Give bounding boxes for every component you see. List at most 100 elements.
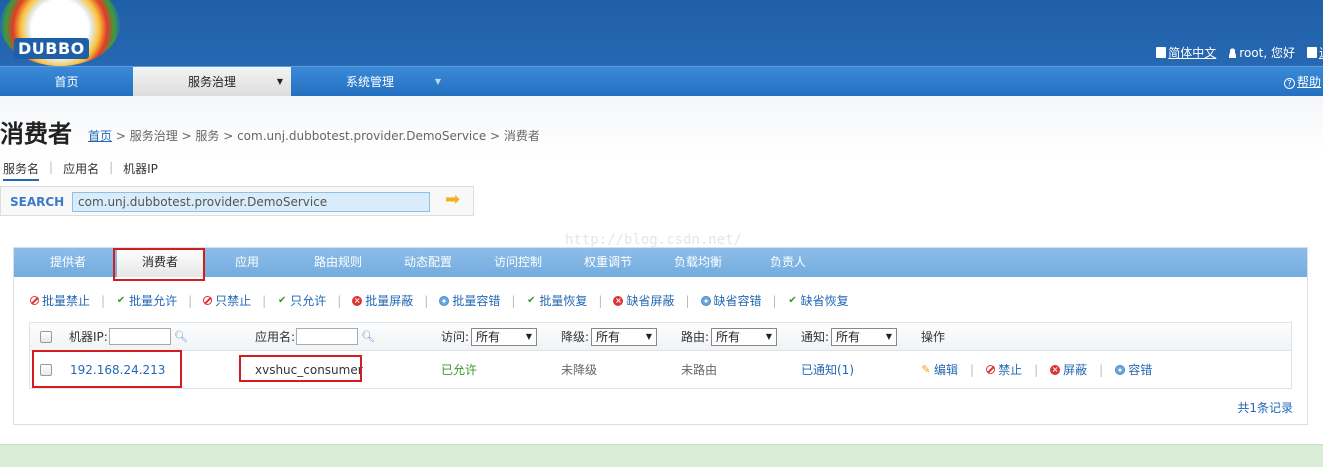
- default-mask-button[interactable]: × 缺省屏蔽: [613, 292, 674, 309]
- help-link[interactable]: ? 帮助: [1283, 67, 1321, 97]
- chevron-down-icon: ▼: [434, 77, 441, 86]
- user-icon: [1228, 47, 1238, 58]
- arrow-right-icon[interactable]: ➡: [445, 191, 465, 209]
- select-value: 所有: [596, 330, 621, 344]
- header-notify-label: 通知:: [801, 330, 830, 344]
- mask-button[interactable]: × 屏蔽: [1050, 361, 1087, 378]
- degrade-filter-select[interactable]: 所有 ▼: [591, 327, 658, 346]
- select-value: 所有: [476, 330, 501, 344]
- search-icon[interactable]: 🔍︎: [174, 330, 188, 343]
- header-access: 访问: 所有 ▼: [441, 323, 538, 350]
- default-tolerate-button[interactable]: 缺省容错: [700, 292, 762, 309]
- search-label: SEARCH: [10, 195, 65, 209]
- row-degrade-status: 未降级: [561, 363, 598, 377]
- default-recover-button[interactable]: ✔ 缺省恢复: [788, 292, 848, 309]
- tab-weight[interactable]: 权重调节: [568, 248, 648, 277]
- only-forbid-button[interactable]: 只禁止: [203, 292, 251, 309]
- divider: |: [511, 293, 516, 308]
- batch-forbid-button[interactable]: 批量禁止: [30, 292, 90, 309]
- access-filter-select[interactable]: 所有 ▼: [471, 327, 538, 346]
- row-notify: 已通知(1): [801, 351, 854, 388]
- row-notify-link[interactable]: 已通知(1): [801, 361, 854, 378]
- breadcrumb-home[interactable]: 首页: [88, 129, 112, 143]
- logout-link[interactable]: 退出: [1306, 44, 1323, 61]
- action-label: 只允许: [290, 294, 327, 308]
- search-icon[interactable]: 🔍︎: [361, 330, 375, 343]
- help-label[interactable]: 帮助: [1297, 75, 1321, 89]
- divider: |: [49, 160, 54, 174]
- nav-item-system-management[interactable]: 系统管理 ▼: [291, 67, 449, 97]
- only-allow-button[interactable]: ✔ 只允许: [277, 292, 326, 309]
- highlight-box-app: [239, 355, 362, 382]
- row-ops: ✎ 编辑 | 禁止 | × 屏蔽 | 容错: [921, 351, 1152, 388]
- main-nav: 首页 服务治理 ▼ 系统管理 ▼ ? 帮助: [0, 66, 1323, 97]
- info-circle-icon: [439, 295, 450, 306]
- tab-routes[interactable]: 路由规则: [298, 248, 378, 277]
- action-label: 批量恢复: [539, 294, 588, 308]
- tab-dynamic-config[interactable]: 动态配置: [388, 248, 468, 277]
- batch-actions: 批量禁止 | ✔ 批量允许 | 只禁止 | ✔ 只允许 | × 批量屏蔽 | 批量容错…: [30, 292, 849, 309]
- batch-mask-button[interactable]: × 批量屏蔽: [352, 292, 413, 309]
- op-label: 容错: [1128, 363, 1153, 377]
- select-all-checkbox[interactable]: [40, 330, 52, 343]
- divider: |: [772, 293, 777, 308]
- highlight-box-tab: [113, 248, 205, 281]
- ip-filter-input[interactable]: [108, 328, 171, 345]
- search-tab-service[interactable]: 服务名: [3, 160, 40, 181]
- header-checkbox-cell: [40, 323, 52, 350]
- nav-item-label: 首页: [54, 75, 79, 89]
- tab-applications[interactable]: 应用: [212, 248, 282, 277]
- chevron-down-icon: ▼: [765, 332, 773, 341]
- footer-bar: [0, 444, 1323, 467]
- top-right-links: 简体中文 root, 您好 退出: [1156, 44, 1323, 61]
- notify-filter-select[interactable]: 所有 ▼: [831, 327, 898, 346]
- header-access-label: 访问:: [441, 330, 470, 344]
- tolerate-button[interactable]: 容错: [1115, 361, 1152, 378]
- check-icon: ✔: [527, 294, 536, 306]
- logout-label[interactable]: 退出: [1319, 44, 1323, 61]
- divider: |: [101, 293, 106, 308]
- row-degrade: 未降级: [561, 351, 597, 388]
- tab-providers[interactable]: 提供者: [32, 248, 104, 277]
- batch-allow-button[interactable]: ✔ 批量允许: [116, 292, 177, 309]
- language-label[interactable]: 简体中文: [1168, 44, 1216, 61]
- action-label: 缺省容错: [713, 294, 762, 308]
- page-title-bg: [0, 96, 1323, 156]
- language-link[interactable]: 简体中文: [1156, 44, 1216, 61]
- tab-load-balance[interactable]: 负载均衡: [658, 248, 738, 277]
- action-label: 批量屏蔽: [365, 294, 414, 308]
- header-ops: 操作: [921, 330, 946, 344]
- action-label: 批量容错: [452, 294, 501, 308]
- highlight-box-ip: [32, 350, 182, 388]
- chevron-down-icon: ▼: [885, 332, 893, 341]
- edit-button[interactable]: ✎ 编辑: [921, 361, 958, 378]
- app-filter-input[interactable]: [296, 328, 359, 345]
- consumer-panel: 提供者 消费者 应用 路由规则 动态配置 访问控制 权重调节 负载均衡 负责人 …: [13, 247, 1308, 425]
- nav-item-home[interactable]: 首页: [0, 67, 133, 97]
- row-access-status: 已允许: [441, 363, 478, 377]
- search-input[interactable]: [72, 192, 430, 212]
- tab-access-control[interactable]: 访问控制: [478, 248, 558, 277]
- logout-icon: [1306, 47, 1317, 58]
- info-circle-icon: [1115, 364, 1126, 375]
- batch-recover-button[interactable]: ✔ 批量恢复: [526, 292, 587, 309]
- op-label: 屏蔽: [1063, 363, 1088, 377]
- check-icon: ✔: [788, 294, 797, 306]
- action-label: 缺省屏蔽: [626, 294, 675, 308]
- search-tab-app[interactable]: 应用名: [63, 160, 99, 181]
- action-label: 批量允许: [129, 294, 178, 308]
- service-subtabs: 提供者 消费者 应用 路由规则 动态配置 访问控制 权重调节 负载均衡 负责人: [14, 248, 1307, 277]
- route-filter-select[interactable]: 所有 ▼: [711, 327, 778, 346]
- header-app: 应用名: 🔍︎: [255, 323, 375, 350]
- forbid-button[interactable]: 禁止: [986, 361, 1022, 378]
- nav-item-label: 服务治理: [187, 75, 236, 89]
- header-notify: 通知: 所有 ▼: [801, 323, 898, 350]
- select-value: 所有: [836, 330, 861, 344]
- user-greeting-text: root, 您好: [1239, 46, 1295, 60]
- divider: |: [1099, 362, 1104, 377]
- batch-tolerate-button[interactable]: 批量容错: [439, 292, 500, 309]
- search-tab-ip[interactable]: 机器IP: [123, 160, 158, 181]
- tab-owners[interactable]: 负责人: [748, 248, 828, 277]
- nav-item-service-governance[interactable]: 服务治理 ▼: [133, 67, 291, 97]
- header-route-label: 路由:: [681, 330, 710, 344]
